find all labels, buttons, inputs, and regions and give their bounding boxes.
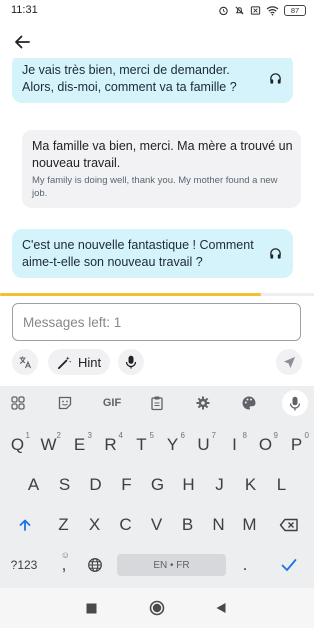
headphones-icon bbox=[269, 248, 281, 259]
key-e[interactable]: E3 bbox=[64, 430, 95, 460]
key-s[interactable]: S bbox=[49, 470, 80, 500]
key-w[interactable]: W2 bbox=[33, 430, 64, 460]
square-icon bbox=[86, 603, 96, 613]
progress-fill bbox=[0, 293, 261, 296]
key-g[interactable]: G bbox=[142, 470, 173, 500]
key-a[interactable]: A bbox=[18, 470, 49, 500]
play-audio-button[interactable] bbox=[267, 71, 283, 87]
emoji-icon: ☺ bbox=[60, 550, 70, 560]
headphones-icon bbox=[269, 73, 281, 84]
battery-level: 87 bbox=[290, 5, 300, 15]
status-icons: 87 bbox=[218, 4, 306, 16]
header bbox=[0, 28, 314, 58]
user-message: Ma famille va bien, merci. Ma mère a tro… bbox=[22, 130, 301, 208]
muted-bell-icon bbox=[235, 5, 244, 15]
key-p[interactable]: P0 bbox=[281, 430, 312, 460]
tutor-message: C'est une nouvelle fantastique ! Comment… bbox=[12, 229, 293, 278]
recents-button[interactable] bbox=[83, 600, 99, 616]
hint-button[interactable]: Hint bbox=[48, 349, 110, 375]
gif-label: GIF bbox=[102, 397, 122, 409]
globe-icon bbox=[88, 558, 102, 572]
key-j[interactable]: J bbox=[204, 470, 235, 500]
keyboard-toolbar: GIF bbox=[0, 386, 314, 420]
key-v[interactable]: V bbox=[141, 510, 172, 540]
shift-key[interactable] bbox=[8, 510, 42, 540]
message-translation: My family is doing well, thank you. My m… bbox=[32, 175, 278, 199]
key-m[interactable]: M bbox=[234, 510, 265, 540]
key-o[interactable]: O9 bbox=[250, 430, 281, 460]
space-key[interactable]: EN • FR bbox=[117, 554, 226, 576]
gif-button[interactable]: GIF bbox=[99, 391, 125, 415]
status-bar: 11:31 87 bbox=[0, 0, 314, 20]
key-r[interactable]: R4 bbox=[95, 430, 126, 460]
backspace-icon bbox=[279, 518, 298, 532]
key-z[interactable]: Z bbox=[48, 510, 79, 540]
language-switch-key[interactable] bbox=[82, 550, 108, 580]
key-c[interactable]: C bbox=[110, 510, 141, 540]
key-d[interactable]: D bbox=[80, 470, 111, 500]
message-text: C'est une nouvelle fantastique ! Comment… bbox=[22, 238, 254, 269]
key-f[interactable]: F bbox=[111, 470, 142, 500]
period-key[interactable]: . bbox=[232, 550, 258, 580]
tutor-message: Je vais très bien, merci de demander. Al… bbox=[12, 58, 293, 103]
message-text: Je vais très bien, merci de demander. Al… bbox=[22, 63, 237, 94]
arrow-left-icon bbox=[15, 35, 30, 49]
shift-icon bbox=[19, 519, 31, 531]
settings-icon[interactable] bbox=[191, 391, 215, 415]
conversation-progress bbox=[0, 293, 314, 296]
home-circle-icon bbox=[149, 600, 165, 616]
translate-button[interactable] bbox=[12, 349, 38, 375]
battery-icon: 87 bbox=[284, 4, 306, 16]
triangle-back-icon bbox=[216, 603, 226, 613]
voice-input-button[interactable] bbox=[118, 349, 144, 375]
clipboard-icon[interactable] bbox=[145, 391, 169, 415]
key-q[interactable]: Q1 bbox=[2, 430, 33, 460]
checkmark-icon bbox=[281, 559, 297, 571]
keyboard-mic-button[interactable] bbox=[282, 390, 308, 416]
comma-key[interactable]: , ☺ bbox=[50, 550, 78, 580]
play-audio-button[interactable] bbox=[267, 246, 283, 262]
composer-actions: Hint bbox=[0, 347, 314, 377]
key-u[interactable]: U7 bbox=[188, 430, 219, 460]
backspace-key[interactable] bbox=[272, 510, 306, 540]
key-n[interactable]: N bbox=[203, 510, 234, 540]
wifi-icon bbox=[266, 5, 279, 16]
symbols-key[interactable]: ?123 bbox=[4, 550, 44, 580]
palette-icon[interactable] bbox=[237, 391, 261, 415]
hint-label: Hint bbox=[78, 354, 102, 370]
microphone-icon bbox=[125, 355, 137, 369]
message-input[interactable] bbox=[12, 303, 301, 341]
key-y[interactable]: Y6 bbox=[157, 430, 188, 460]
magic-wand-icon bbox=[57, 355, 72, 369]
key-k[interactable]: K bbox=[235, 470, 266, 500]
key-i[interactable]: I8 bbox=[219, 430, 250, 460]
sticker-icon[interactable] bbox=[53, 391, 77, 415]
apps-grid-icon[interactable] bbox=[6, 391, 30, 415]
sim-off-icon bbox=[250, 5, 261, 15]
key-b[interactable]: B bbox=[172, 510, 203, 540]
back-nav-button[interactable] bbox=[213, 600, 229, 616]
send-icon bbox=[283, 356, 295, 368]
system-navigation-bar bbox=[0, 588, 314, 628]
chat-thread: Je vais très bien, merci de demander. Al… bbox=[0, 58, 314, 292]
home-button[interactable] bbox=[149, 600, 165, 616]
message-text: Ma famille va bien, merci. Ma mère a tro… bbox=[32, 139, 293, 170]
enter-key[interactable] bbox=[272, 550, 306, 580]
send-button[interactable] bbox=[276, 349, 302, 375]
status-time: 11:31 bbox=[11, 4, 38, 16]
key-h[interactable]: H bbox=[173, 470, 204, 500]
key-l[interactable]: L bbox=[266, 470, 297, 500]
alarm-icon bbox=[219, 6, 228, 15]
mic-icon bbox=[289, 396, 301, 410]
key-x[interactable]: X bbox=[79, 510, 110, 540]
key-t[interactable]: T5 bbox=[126, 430, 157, 460]
translate-icon bbox=[19, 356, 32, 369]
back-button[interactable] bbox=[10, 30, 34, 54]
on-screen-keyboard: GIF Q1 W2 E3 R4 T5 Y6 U7 I8 O9 P0 A S D … bbox=[0, 386, 314, 588]
